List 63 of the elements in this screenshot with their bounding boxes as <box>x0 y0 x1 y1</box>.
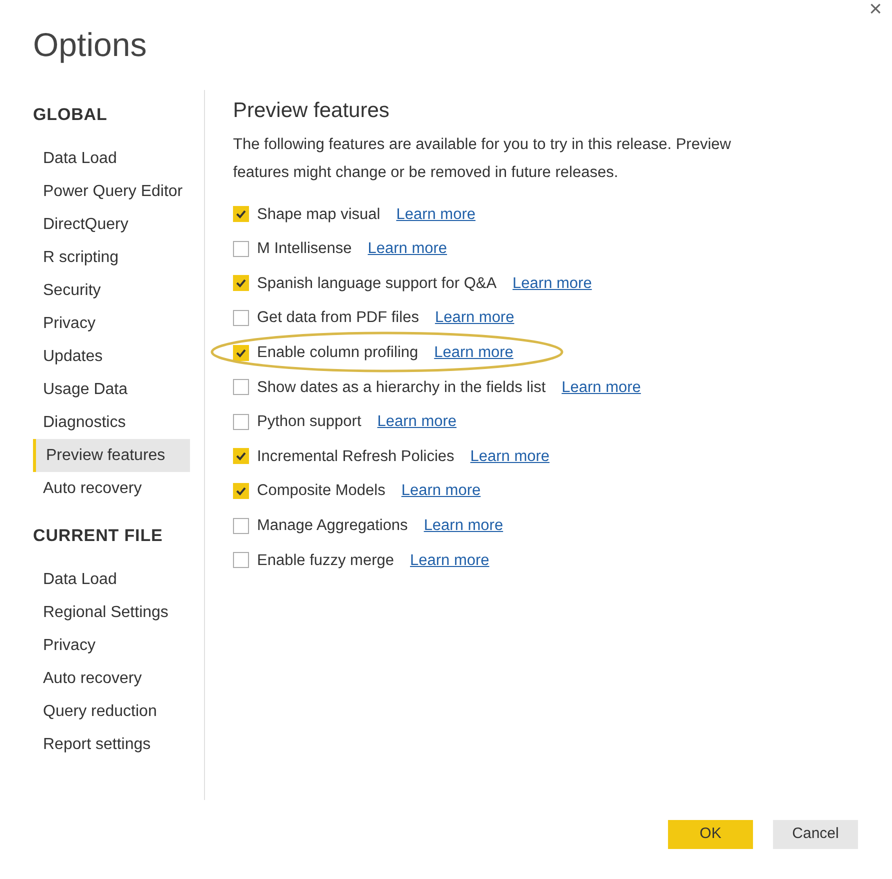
learn-more-link[interactable]: Learn more <box>368 237 448 261</box>
checkbox[interactable] <box>233 240 249 257</box>
window-title: Options <box>33 25 147 65</box>
feature-label: Manage Aggregations <box>257 516 408 536</box>
sidebar-item[interactable]: Auto recovery <box>33 472 190 505</box>
ok-button[interactable]: OK <box>668 820 753 849</box>
feature-label: Python support <box>257 412 362 432</box>
learn-more-link[interactable]: Learn more <box>562 376 641 399</box>
sidebar-item[interactable]: Power Query Editor <box>33 175 190 208</box>
learn-more-link[interactable]: Learn more <box>396 202 476 226</box>
checkmark-icon <box>235 450 247 462</box>
learn-more-link[interactable]: Learn more <box>410 548 490 572</box>
feature-label: Spanish language support for Q&A <box>257 274 497 294</box>
close-button[interactable]: × <box>865 0 886 20</box>
sidebar-item[interactable]: Data Load <box>33 563 190 596</box>
feature-label: Enable fuzzy merge <box>257 550 394 571</box>
sidebar-item[interactable]: R scripting <box>33 241 190 274</box>
feature-label: Shape map visual <box>257 204 380 225</box>
learn-more-link[interactable]: Learn more <box>512 272 592 296</box>
sidebar-item[interactable]: Preview features <box>33 439 190 472</box>
sidebar-item[interactable]: DirectQuery <box>33 208 190 241</box>
description-text: The following features are available for you to try in this release. Preview features might change or be removed in future releases. <box>233 135 732 183</box>
learn-more-link[interactable]: Learn more <box>434 306 514 330</box>
feature-label: Get data from PDF files <box>257 308 419 328</box>
feature-label: Show dates as a hierarchy in the fields list <box>257 378 546 398</box>
sidebar-item[interactable]: Updates <box>33 340 190 373</box>
sidebar-item[interactable]: Security <box>33 274 190 307</box>
learn-more-link[interactable]: Learn more <box>401 479 481 503</box>
cancel-button[interactable]: Cancel <box>773 820 858 849</box>
section-heading: CURRENT FILE <box>33 525 164 547</box>
checkbox[interactable] <box>233 379 249 396</box>
checkbox[interactable] <box>233 275 249 292</box>
checkbox[interactable] <box>233 344 249 361</box>
learn-more-link[interactable]: Learn more <box>424 514 504 538</box>
sidebar-item[interactable]: Usage Data <box>33 373 190 406</box>
section-title: Preview features <box>233 98 390 124</box>
learn-more-link[interactable]: Learn more <box>434 341 514 364</box>
checkmark-icon <box>235 277 247 290</box>
sidebar-item[interactable]: Privacy <box>33 629 190 662</box>
checkbox[interactable] <box>233 448 249 464</box>
sidebar-item[interactable]: Query reduction <box>33 695 190 728</box>
sidebar-item[interactable]: Regional Settings <box>33 596 190 629</box>
checkbox[interactable] <box>233 552 249 568</box>
learn-more-link[interactable]: Learn more <box>377 410 457 434</box>
checkbox[interactable] <box>233 206 249 222</box>
learn-more-link[interactable]: Learn more <box>470 444 550 468</box>
checkbox[interactable] <box>233 310 249 326</box>
checkmark-icon <box>235 485 247 498</box>
sidebar-item[interactable]: Data Load <box>33 142 190 175</box>
feature-label: Incremental Refresh Policies <box>257 446 454 467</box>
checkbox[interactable] <box>233 483 249 500</box>
checkbox[interactable] <box>233 518 249 534</box>
sidebar-item[interactable]: Diagnostics <box>33 406 190 439</box>
feature-label: M Intellisense <box>257 239 352 260</box>
feature-label: Enable column profiling <box>257 343 418 364</box>
sidebar-item[interactable]: Auto recovery <box>33 662 190 695</box>
checkbox[interactable] <box>233 414 249 430</box>
checkmark-icon <box>235 346 247 359</box>
sidebar-item[interactable]: Privacy <box>33 307 190 340</box>
checkmark-icon <box>235 208 247 220</box>
section-heading: GLOBAL <box>33 104 108 126</box>
sidebar-item[interactable]: Report settings <box>33 728 190 761</box>
feature-label: Composite Models <box>257 481 386 502</box>
